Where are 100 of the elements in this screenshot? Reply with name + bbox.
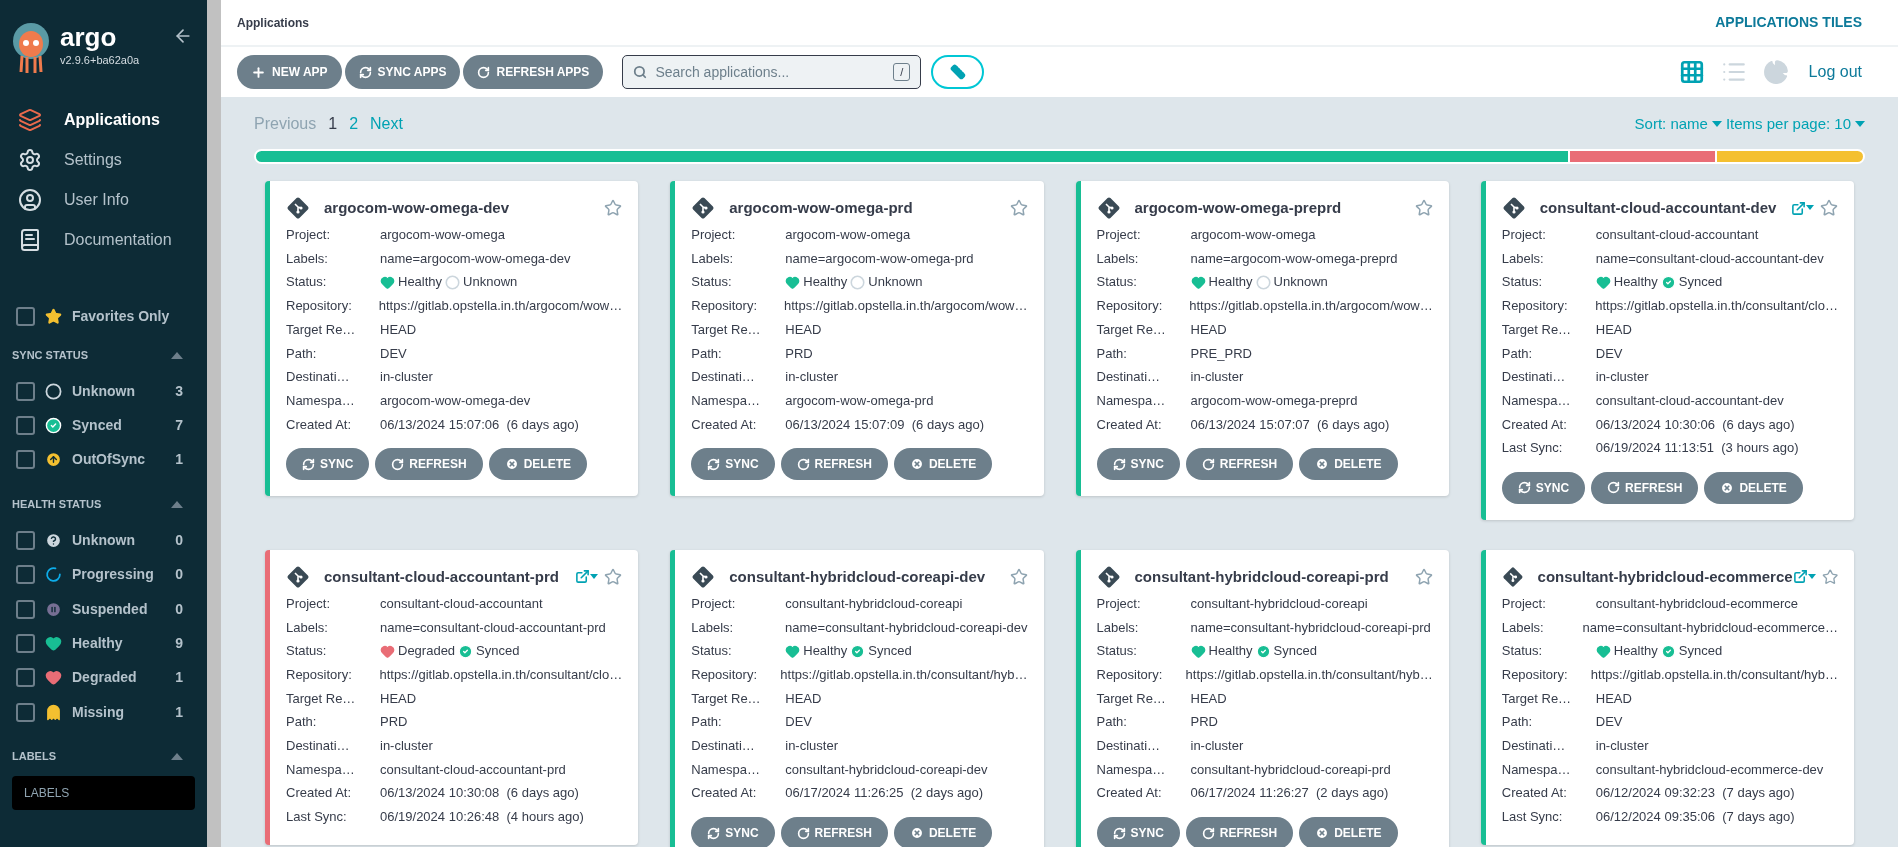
app-title[interactable]: consultant-hybridcloud-coreapi-dev [729, 565, 986, 589]
field-value: 06/13/2024 10:30:08 (6 days ago) [380, 784, 579, 803]
external-link-icon[interactable] [1791, 200, 1814, 216]
filter-count: 1 [175, 702, 183, 722]
app-title[interactable]: argocom-wow-omega-preprd [1134, 196, 1342, 220]
card-action-button[interactable]: REFRESH [1185, 448, 1294, 481]
app-title[interactable]: consultant-hybridcloud-ecommerce [1537, 565, 1793, 589]
app-card[interactable] [670, 549, 1044, 847]
field-label: Namespa… [286, 760, 356, 779]
next-link[interactable]: Next [370, 112, 403, 136]
checkbox[interactable] [16, 565, 35, 585]
field-value: https://gitlab.opstella.in.th/argocom/wow… [784, 297, 1028, 316]
search-bar[interactable]: Search applications... / [622, 55, 922, 89]
star-icon[interactable] [1009, 199, 1028, 217]
card-action-button[interactable]: REFRESH [375, 448, 483, 481]
card-action-button[interactable]: SYNC [691, 817, 775, 847]
external-link-icon[interactable] [575, 569, 599, 585]
sync-icon [707, 826, 721, 840]
toolbar-button[interactable]: SYNC APPS [344, 55, 461, 89]
checkbox[interactable] [16, 450, 35, 470]
toolbar-button[interactable]: NEW APP [237, 55, 342, 89]
nav-item[interactable]: User Info [0, 180, 207, 220]
nav-item[interactable]: Documentation [0, 220, 207, 260]
app-title[interactable]: argocom-wow-omega-dev [324, 196, 510, 220]
checkbox[interactable] [16, 599, 35, 619]
star-icon[interactable] [1414, 199, 1433, 217]
card-action-button[interactable]: SYNC [1501, 471, 1586, 504]
card-action-button[interactable]: SYNC [1096, 448, 1180, 481]
field-label: Repository: [691, 297, 758, 316]
app-card[interactable] [1075, 549, 1449, 847]
app-title[interactable]: argocom-wow-omega-prd [729, 196, 913, 220]
card-action-button[interactable]: REFRESH [1185, 817, 1294, 847]
page-link[interactable]: 1 [328, 112, 338, 136]
page-link[interactable]: 2 [349, 112, 359, 136]
card-action-button[interactable]: DELETE [893, 448, 993, 481]
field-value: consultant-hybridcloud-ecommerce [1595, 594, 1799, 613]
app-card[interactable] [670, 181, 1044, 497]
field-label: Path: [1096, 713, 1128, 732]
search-input[interactable]: Search applications... [655, 61, 886, 83]
card-action-button[interactable]: REFRESH [780, 448, 888, 481]
caret-icon[interactable] [171, 351, 183, 359]
field-value: 06/13/2024 10:30:06 (6 days ago) [1595, 415, 1795, 434]
sort-dropdown[interactable]: Sort: name [1634, 112, 1722, 136]
sync-icon [1517, 481, 1531, 495]
page-title: Applications [237, 14, 309, 32]
card-action-button[interactable]: DELETE [1299, 817, 1398, 847]
checkbox[interactable] [16, 634, 35, 654]
filter-count: 0 [175, 565, 183, 585]
checkbox[interactable] [16, 381, 35, 401]
labels-input-field[interactable]: LABELS [12, 775, 195, 810]
app-card[interactable] [265, 549, 639, 845]
caret-icon[interactable] [171, 500, 183, 508]
items-per-page-dropdown[interactable]: Items per page: 10 [1725, 112, 1865, 136]
nav-item[interactable]: Applications [0, 100, 207, 140]
checkbox[interactable] [16, 306, 35, 326]
app-card[interactable] [1480, 181, 1854, 520]
toolbar-button[interactable]: REFRESH APPS [463, 55, 604, 89]
star-icon[interactable] [1820, 199, 1838, 217]
circle-icon [850, 274, 866, 290]
grid-view-icon[interactable] [1678, 59, 1705, 85]
field-value: argocom-wow-omega [380, 226, 505, 245]
heart-icon [380, 274, 395, 290]
star-icon[interactable] [1414, 567, 1433, 586]
field-value: HEAD [380, 320, 417, 339]
star-icon[interactable] [1821, 567, 1838, 586]
checkbox[interactable] [16, 530, 35, 550]
card-action-button[interactable]: DELETE [1299, 448, 1398, 481]
card-action-button[interactable]: DELETE [488, 448, 588, 481]
card-action-button[interactable]: REFRESH [780, 817, 888, 847]
app-card[interactable] [1075, 181, 1449, 497]
app-card[interactable] [1480, 549, 1854, 845]
star-icon[interactable] [604, 567, 623, 586]
field-value: HEAD [785, 689, 822, 708]
card-action-button[interactable]: DELETE [1704, 471, 1803, 504]
app-title[interactable]: consultant-cloud-accountant-dev [1539, 196, 1777, 220]
logout-link[interactable]: Log out [1808, 60, 1862, 84]
sync-status: Synced [476, 642, 520, 661]
star-icon[interactable] [1009, 567, 1028, 586]
card-action-button[interactable]: SYNC [1096, 817, 1180, 847]
field-value: PRD [380, 713, 408, 732]
checkbox[interactable] [16, 416, 35, 436]
checkbox[interactable] [16, 668, 35, 688]
nav-item[interactable]: Settings [0, 140, 207, 180]
caret-icon[interactable] [171, 753, 183, 760]
app-card[interactable] [265, 181, 639, 497]
card-action-button[interactable]: SYNC [286, 448, 370, 481]
card-action-button[interactable]: DELETE [893, 817, 993, 847]
ruler-button[interactable] [931, 55, 985, 89]
field-value: name=consultant-hybridcloud-coreapi-dev [785, 618, 1028, 637]
app-title[interactable]: consultant-hybridcloud-coreapi-prd [1134, 565, 1389, 589]
card-action-button[interactable]: SYNC [691, 448, 775, 481]
card-action-button[interactable]: REFRESH [1591, 471, 1699, 504]
checkbox[interactable] [16, 702, 35, 722]
star-icon[interactable] [604, 199, 623, 217]
heart-icon [45, 635, 62, 653]
field-value: argocom-wow-omega-preprd [1190, 391, 1358, 410]
external-link-icon[interactable] [1792, 569, 1816, 585]
field-value: in-cluster [380, 737, 433, 756]
app-title[interactable]: consultant-cloud-accountant-prd [324, 565, 559, 589]
field-label: Path: [286, 344, 318, 363]
